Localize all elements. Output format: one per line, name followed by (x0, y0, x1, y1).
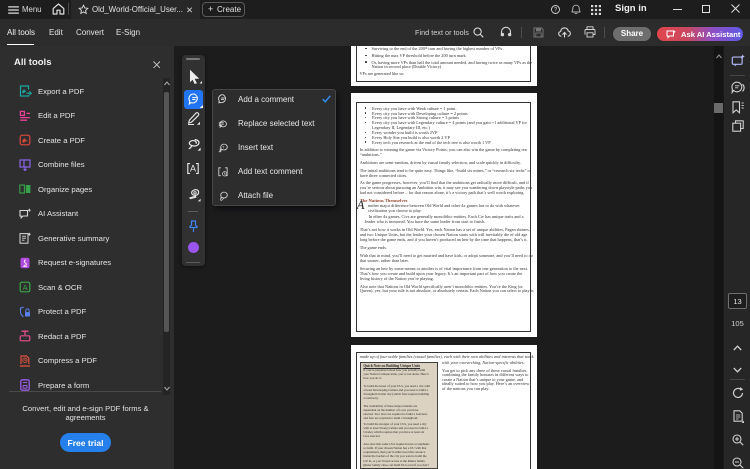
svg-text:A: A (23, 283, 28, 292)
svg-text:T: T (222, 145, 225, 149)
svg-text:A: A (190, 164, 196, 174)
